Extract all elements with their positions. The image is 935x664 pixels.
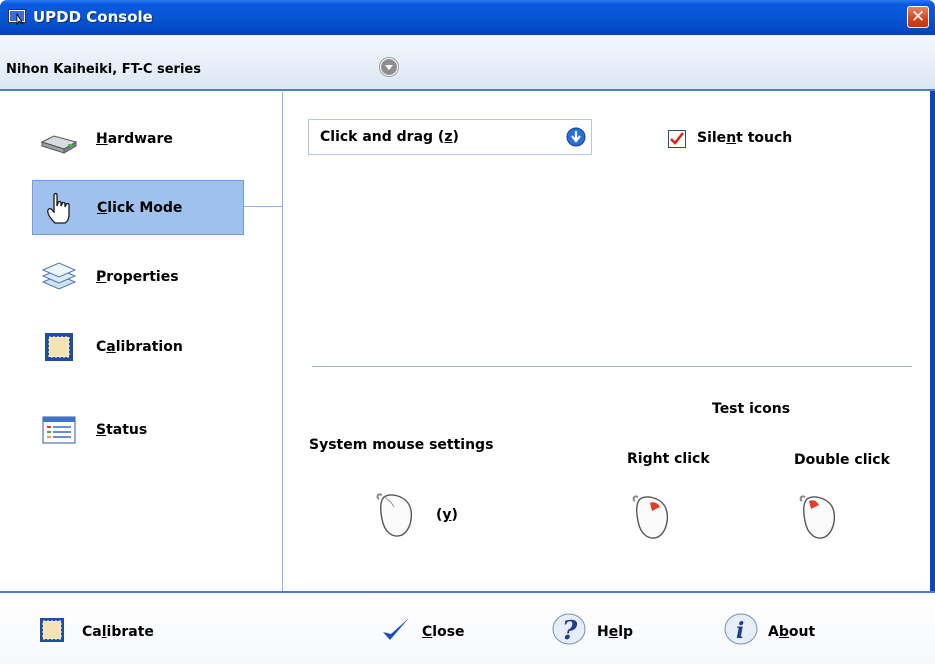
active-item-connector [244,206,282,207]
system-mouse-shortcut: (y) [436,507,458,523]
right-click-test-icon[interactable] [630,491,676,543]
svg-text:?: ? [562,616,578,646]
double-click-test-icon[interactable] [797,491,843,543]
info-icon: i [724,613,758,645]
calibration-icon [45,333,73,361]
silent-touch-label[interactable]: Silent touch [697,130,792,146]
status-icon [42,416,76,444]
section-divider [312,366,912,367]
test-icons-heading: Test icons [712,401,791,417]
right-click-label: Right click [627,451,710,467]
sidebar-item-calibration[interactable]: Calibration [32,320,244,375]
double-click-label: Double click [794,452,890,468]
calibrate-button[interactable]: Calibrate [38,612,168,648]
checkmark-icon [670,132,685,145]
app-icon [8,9,26,25]
close-label: Close [422,624,465,640]
calibrate-label: Calibrate [82,624,154,640]
svg-text:i: i [736,618,744,644]
window-frame [930,35,935,664]
sidebar-item-label: Properties [96,269,179,285]
help-button[interactable]: ? Help [552,612,652,648]
layers-icon [41,262,77,290]
click-mode-value: Click and drag (z) [320,129,459,145]
device-dropdown-button[interactable] [380,58,398,76]
help-label: Help [597,624,634,640]
sidebar-item-label: Calibration [96,339,183,355]
sidebar-item-properties[interactable]: Properties [32,250,244,305]
close-window-button[interactable]: ✕ [907,6,929,28]
device-name: Nihon Kaiheiki, FT-C series [6,62,201,77]
calibration-icon [40,618,64,642]
sidebar-item-label: Status [96,422,148,438]
sidebar-item-hardware[interactable]: Hardware [32,112,244,167]
chevron-down-icon [385,65,393,70]
window-title: UPDD Console [33,8,153,26]
hardware-icon [40,135,78,154]
close-button[interactable]: Close [380,612,480,648]
mouse-settings-icon[interactable] [374,489,420,541]
checkmark-icon [383,618,409,640]
sidebar-item-click-mode[interactable]: Click Mode [32,180,244,235]
chevron-down-icon[interactable] [566,127,586,147]
hand-pointer-icon [47,192,70,224]
silent-touch-checkbox[interactable] [668,130,686,148]
sidebar-divider [282,92,283,592]
about-label: About [768,624,816,640]
help-icon: ? [552,613,586,646]
sidebar-item-status[interactable]: Status [32,403,244,458]
sidebar-item-label: Hardware [96,131,173,147]
about-button[interactable]: i About [724,612,834,648]
sidebar-item-label: Click Mode [97,200,183,216]
system-mouse-settings-label: System mouse settings [309,437,494,453]
